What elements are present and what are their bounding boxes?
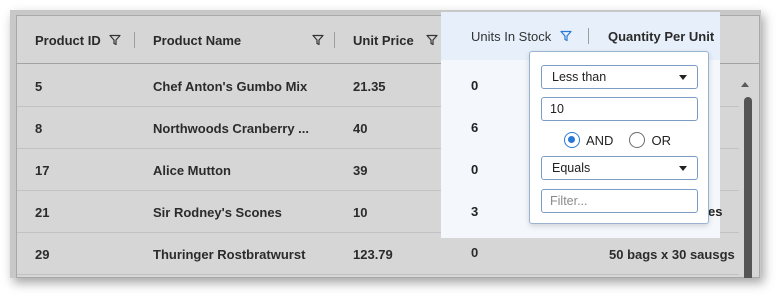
cell-product-id: 21 — [35, 204, 50, 220]
caret-down-icon — [679, 75, 687, 80]
cell-unit-price: 10 — [353, 204, 368, 220]
cell-product-id: 17 — [35, 162, 50, 178]
column-separator[interactable] — [334, 32, 335, 48]
select-value: Equals — [552, 161, 591, 175]
funnel-icon[interactable] — [312, 34, 324, 46]
cell-quantity-per-unit: es — [708, 203, 723, 219]
scrollbar-thumb[interactable] — [744, 97, 752, 278]
filter-operator-select-1[interactable]: Less than — [541, 65, 698, 89]
column-separator[interactable] — [134, 32, 135, 48]
table-row[interactable]: 29 Thuringer Rostbratwurst 123.79 50 bag… — [17, 233, 739, 275]
cell-product-name: Chef Anton's Gumbo Mix — [153, 78, 308, 94]
cell-product-name: Alice Mutton — [153, 162, 231, 178]
filter-value-input-2[interactable] — [541, 189, 698, 213]
cell-product-name: Northwoods Cranberry ... — [153, 120, 310, 136]
cell-product-id: 5 — [35, 78, 43, 94]
cell-unit-price: 123.79 — [353, 246, 393, 262]
cell-unit-price: 21.35 — [353, 78, 386, 94]
and-radio[interactable] — [564, 132, 580, 148]
column-header-label: Product ID — [35, 32, 101, 48]
caret-down-icon — [679, 166, 687, 171]
cell-unit-price: 40 — [353, 120, 368, 136]
cell-units-in-stock: 0 — [471, 244, 479, 260]
scroll-up-icon[interactable] — [741, 82, 749, 87]
column-header-label: Quantity Per Unit — [608, 28, 715, 44]
cell-units-in-stock: 3 — [471, 203, 479, 219]
column-header-product-name[interactable]: Product Name — [153, 16, 324, 64]
or-radio[interactable] — [629, 132, 646, 148]
column-header-product-id[interactable]: Product ID — [35, 16, 121, 64]
cell-units-in-stock: 0 — [471, 161, 479, 177]
cell-units-in-stock: 0 — [471, 77, 479, 93]
cell-product-name: Sir Rodney's Scones — [153, 204, 282, 220]
filter-logic-group: AND OR — [564, 130, 704, 150]
select-value: Less than — [552, 70, 607, 84]
column-header-label: Product Name — [153, 32, 242, 48]
cell-unit-price: 39 — [353, 162, 368, 178]
column-header-unit-price[interactable]: Unit Price — [353, 16, 438, 64]
cell-product-id: 8 — [35, 120, 43, 136]
funnel-icon[interactable] — [560, 30, 572, 42]
cell-units-in-stock: 6 — [471, 119, 479, 135]
filter-value-input-1[interactable] — [541, 97, 698, 121]
column-separator[interactable] — [588, 28, 589, 44]
filter-popup: Less than AND OR Equals — [529, 51, 709, 224]
cell-product-name: Thuringer Rostbratwurst — [153, 246, 306, 262]
cell-quantity-per-unit: 50 bags x 30 sausgs — [609, 246, 735, 262]
funnel-icon[interactable] — [109, 34, 121, 46]
funnel-icon[interactable] — [426, 34, 438, 46]
and-label[interactable]: AND — [586, 133, 613, 148]
or-label[interactable]: OR — [651, 133, 671, 148]
column-header-label: Units In Stock — [471, 28, 552, 44]
filter-operator-select-2[interactable]: Equals — [541, 156, 698, 180]
column-header-label: Unit Price — [353, 32, 414, 48]
cell-product-id: 29 — [35, 246, 50, 262]
